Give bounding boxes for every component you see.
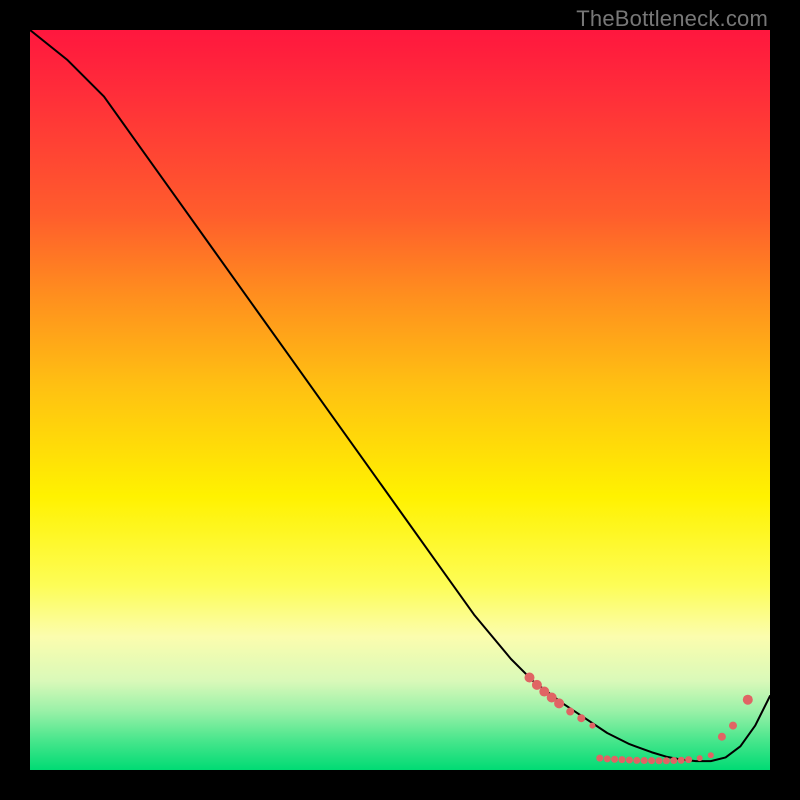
data-marker	[589, 723, 595, 729]
bottleneck-curve	[30, 30, 770, 770]
watermark-label: TheBottleneck.com	[576, 6, 768, 32]
data-marker	[641, 757, 648, 764]
data-marker	[633, 757, 640, 764]
data-marker	[532, 680, 542, 690]
data-marker	[729, 722, 737, 730]
data-marker	[577, 714, 585, 722]
data-marker	[566, 708, 574, 716]
data-marker	[678, 757, 685, 764]
data-marker	[604, 755, 611, 762]
data-marker	[718, 733, 726, 741]
data-marker	[611, 756, 618, 763]
data-marker	[743, 695, 753, 705]
data-marker	[596, 755, 603, 762]
data-marker	[656, 757, 663, 764]
plot-area	[30, 30, 770, 770]
data-marker	[697, 755, 703, 761]
data-marker	[708, 752, 714, 758]
data-marker	[685, 756, 692, 763]
data-marker	[648, 757, 655, 764]
data-marker	[670, 757, 677, 764]
data-marker	[619, 756, 626, 763]
data-marker	[663, 757, 670, 764]
data-marker	[554, 698, 564, 708]
data-marker	[525, 673, 535, 683]
data-marker	[626, 757, 633, 764]
chart-container: TheBottleneck.com	[0, 0, 800, 800]
